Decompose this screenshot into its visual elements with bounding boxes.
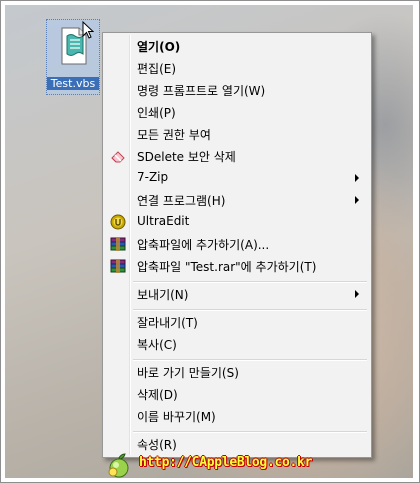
menu-item-label: 7-Zip xyxy=(137,170,169,184)
menu-item-label: 잘라내기(T) xyxy=(137,316,198,330)
mouse-cursor-icon xyxy=(82,21,94,39)
menu-item-copy[interactable]: 복사(C) xyxy=(105,333,369,355)
menu-item-label: 명령 프롬프트로 열기(W) xyxy=(137,84,266,98)
menu-item-label: 열기(O) xyxy=(137,40,181,54)
menu-item-label: 연결 프로그램(H) xyxy=(137,194,226,208)
context-menu: 열기(O) 편집(E) 명령 프롬프트로 열기(W) 인쇄(P) 모든 권한 부… xyxy=(102,32,372,458)
winrar-books-icon xyxy=(110,237,126,251)
menu-item-rename[interactable]: 이름 바꾸기(M) xyxy=(105,405,369,427)
menu-item-label: 압축파일에 추가하기(A)... xyxy=(137,238,270,252)
screenshot-frame: Test.vbs 열기(O) 편집(E) 명령 프롬프트로 열기(W) 인쇄(P… xyxy=(0,0,420,483)
menu-item-add-to-test-rar[interactable]: 압축파일 "Test.rar"에 추가하기(T) xyxy=(105,255,369,277)
menu-item-label: 속성(R) xyxy=(137,438,177,452)
menu-item-edit[interactable]: 편집(E) xyxy=(105,57,369,79)
watermark-url: http://CAppleBlog.co.kr xyxy=(139,455,313,470)
menu-item-print[interactable]: 인쇄(P) xyxy=(105,101,369,123)
menu-item-label: 압축파일 "Test.rar"에 추가하기(T) xyxy=(137,260,317,274)
menu-item-label: 모든 권한 부여 xyxy=(137,128,211,142)
apple-logo-icon xyxy=(108,453,129,478)
ultraedit-icon xyxy=(110,214,126,230)
menu-item-label: 편집(E) xyxy=(137,62,177,76)
file-name-label: Test.vbs xyxy=(47,77,99,90)
menu-item-label: 인쇄(P) xyxy=(137,106,176,120)
menu-item-label: 삭제(D) xyxy=(137,388,178,402)
menu-item-ultraedit[interactable]: UltraEdit xyxy=(105,211,369,233)
menu-item-sdelete[interactable]: SDelete 보안 삭제 xyxy=(105,145,369,167)
menu-item-label: SDelete 보안 삭제 xyxy=(137,150,236,164)
winrar-books-icon xyxy=(110,259,126,273)
menu-item-send-to[interactable]: 보내기(N) xyxy=(105,283,369,305)
menu-item-open-command-prompt[interactable]: 명령 프롬프트로 열기(W) xyxy=(105,79,369,101)
menu-item-label: 이름 바꾸기(M) xyxy=(137,410,216,424)
submenu-arrow-icon xyxy=(355,290,359,298)
menu-item-create-shortcut[interactable]: 바로 가기 만들기(S) xyxy=(105,361,369,383)
menu-item-add-to-archive[interactable]: 압축파일에 추가하기(A)... xyxy=(105,233,369,255)
submenu-arrow-icon xyxy=(355,174,359,182)
eraser-icon xyxy=(111,151,125,163)
menu-item-delete[interactable]: 삭제(D) xyxy=(105,383,369,405)
menu-item-7zip[interactable]: 7-Zip xyxy=(105,167,369,189)
menu-item-label: UltraEdit xyxy=(137,214,190,228)
submenu-arrow-icon xyxy=(355,196,359,204)
menu-item-open[interactable]: 열기(O) xyxy=(105,35,369,57)
desktop-background: Test.vbs 열기(O) 편집(E) 명령 프롬프트로 열기(W) 인쇄(P… xyxy=(5,5,413,478)
menu-item-label: 바로 가기 만들기(S) xyxy=(137,366,239,380)
menu-item-label: 보내기(N) xyxy=(137,288,189,302)
menu-item-grant-all-permissions[interactable]: 모든 권한 부여 xyxy=(105,123,369,145)
menu-item-label: 복사(C) xyxy=(137,338,177,352)
menu-item-cut[interactable]: 잘라내기(T) xyxy=(105,311,369,333)
menu-item-open-with[interactable]: 연결 프로그램(H) xyxy=(105,189,369,211)
menu-item-properties[interactable]: 속성(R) xyxy=(105,433,369,455)
